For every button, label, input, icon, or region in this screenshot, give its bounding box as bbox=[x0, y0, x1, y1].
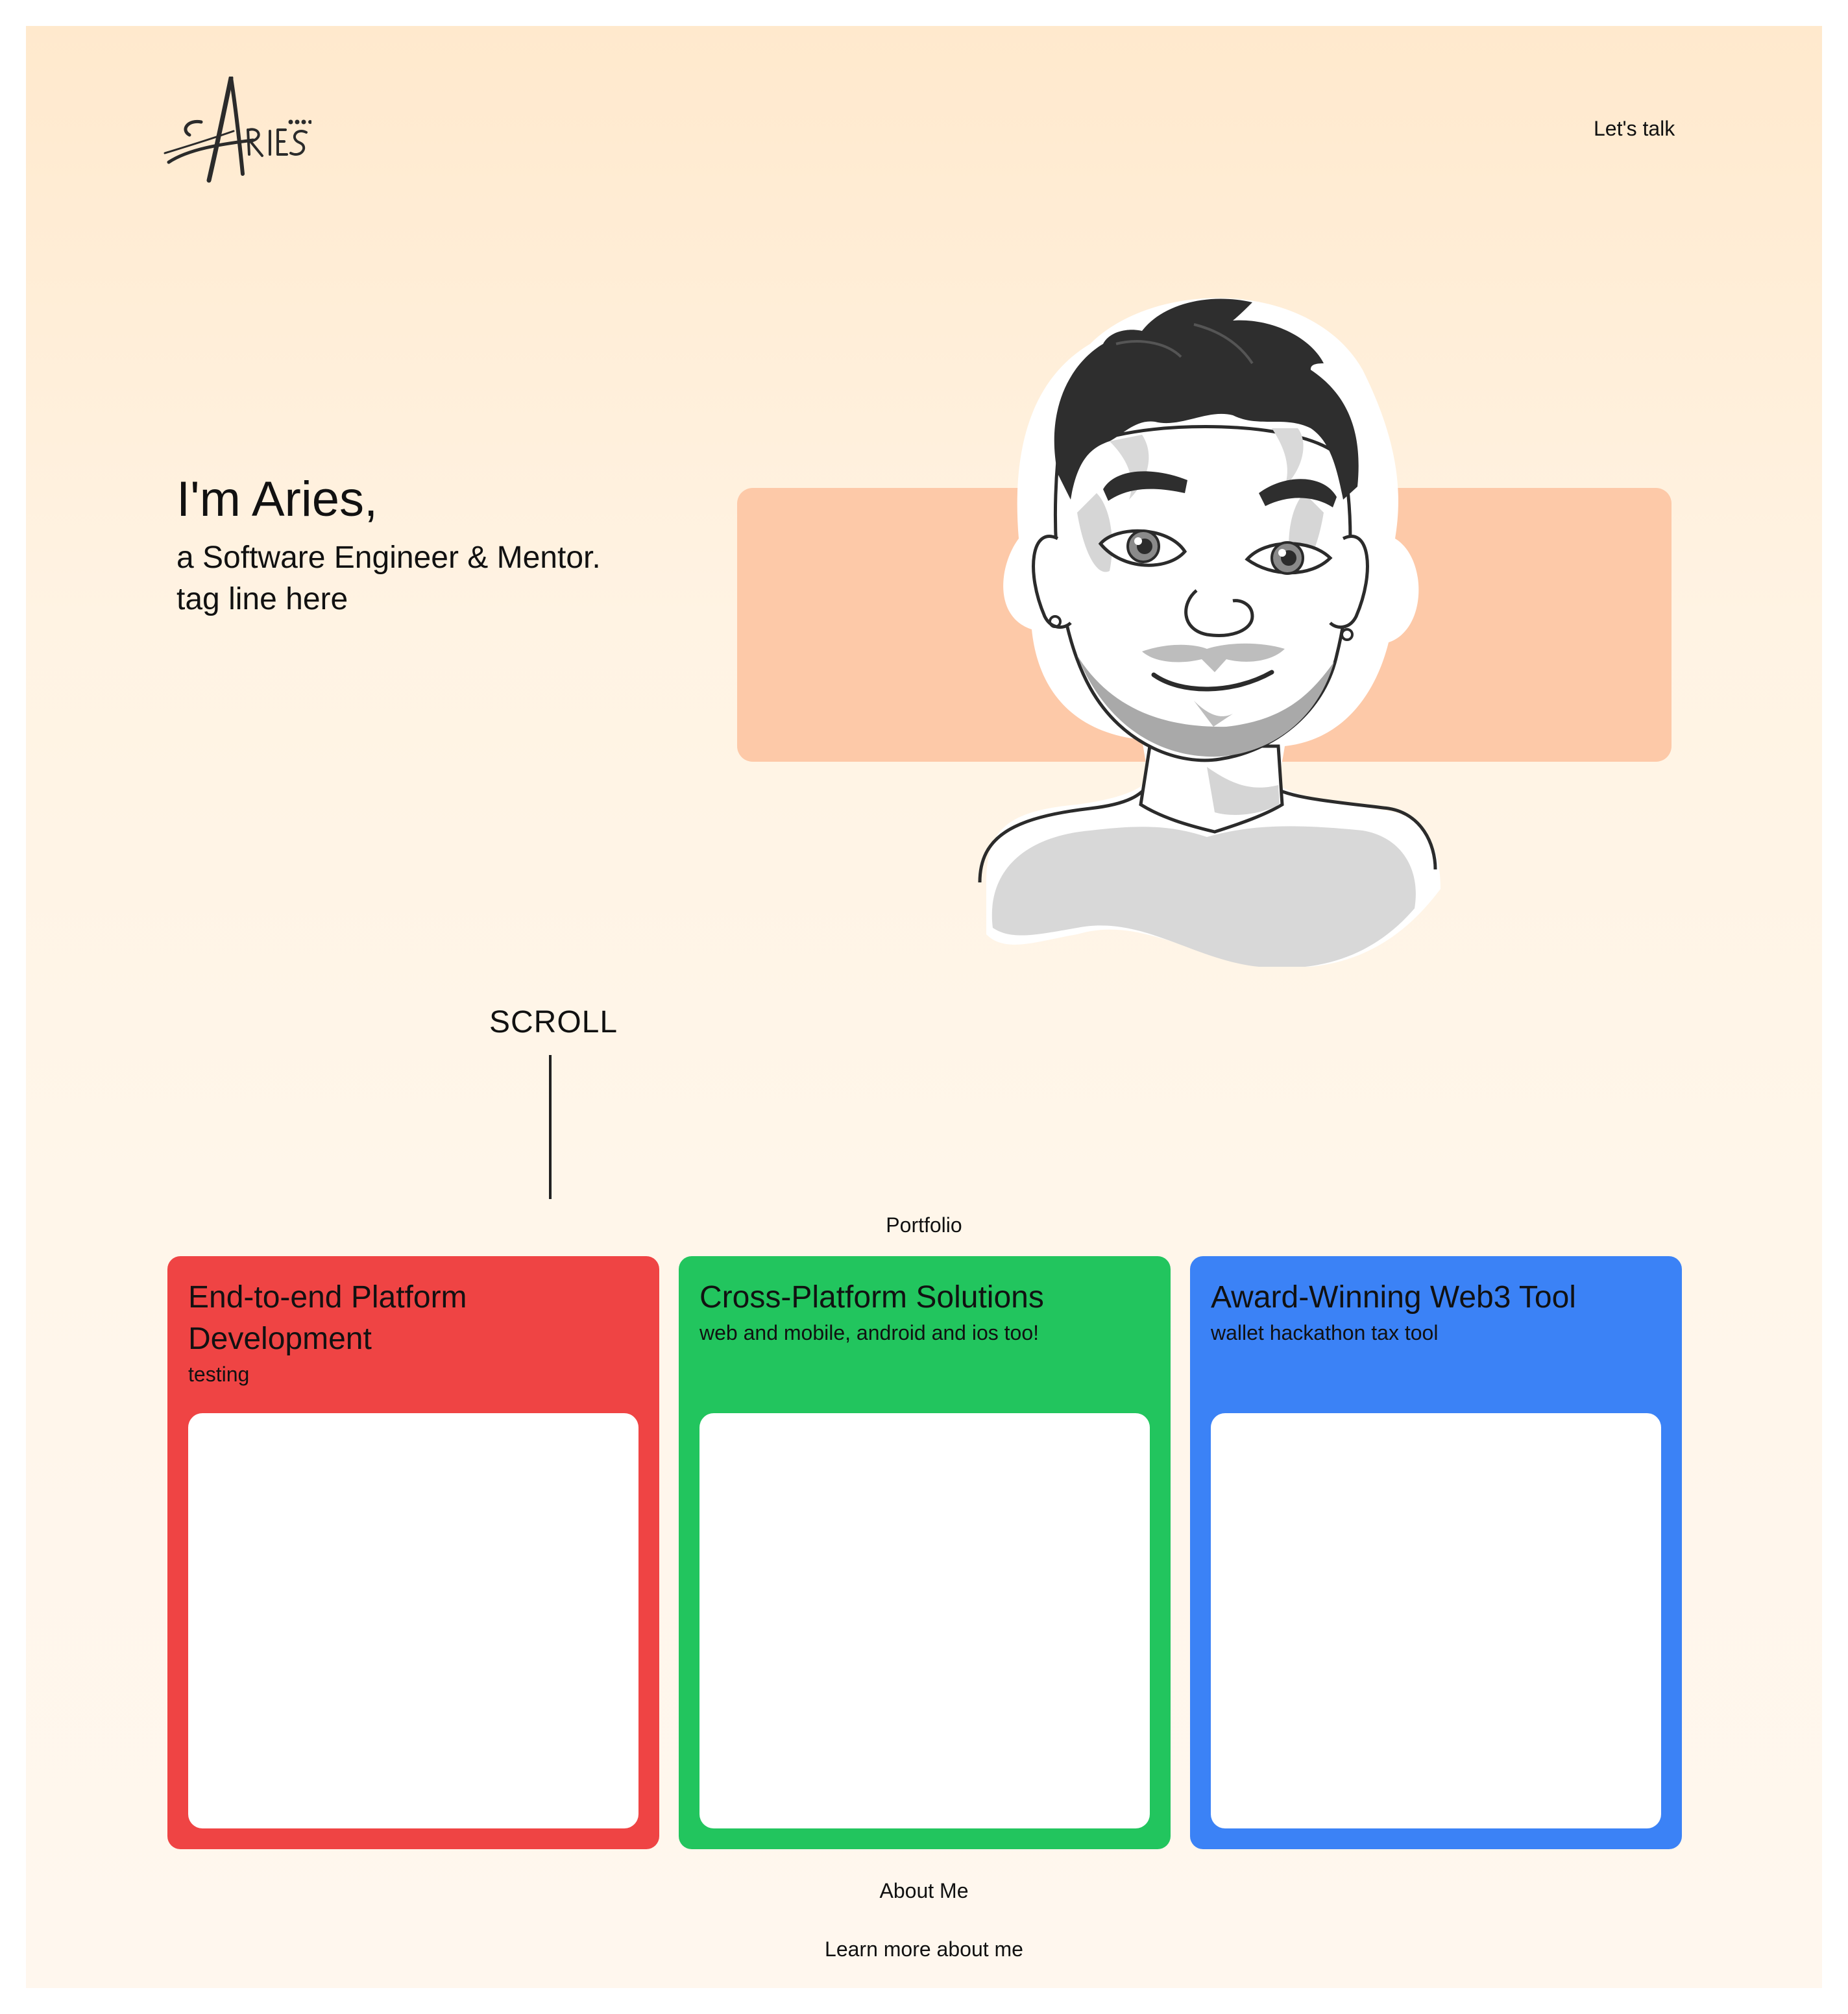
hero-tagline: tag line here bbox=[176, 582, 348, 616]
portfolio-card-platform-development[interactable]: End-to-end Platform Development testing bbox=[167, 1256, 659, 1849]
card-image-placeholder bbox=[188, 1413, 638, 1828]
card-description: testing bbox=[188, 1363, 250, 1386]
avatar-illustration bbox=[978, 298, 1441, 967]
card-title: Cross-Platform Solutions bbox=[699, 1280, 1044, 1315]
scroll-indicator-label: SCROLL bbox=[489, 1005, 618, 1039]
card-description: wallet hackathon tax tool bbox=[1211, 1321, 1439, 1344]
card-title: End-to-end Platform Development bbox=[188, 1280, 467, 1356]
aries-logo[interactable] bbox=[162, 77, 311, 187]
card-image-placeholder bbox=[1211, 1413, 1661, 1828]
card-title: Award-Winning Web3 Tool bbox=[1211, 1280, 1576, 1315]
hero-subtitle: a Software Engineer & Mentor. bbox=[176, 540, 601, 575]
portfolio-card-web3-tool[interactable]: Award-Winning Web3 Tool wallet hackathon… bbox=[1190, 1256, 1682, 1849]
portfolio-heading: Portfolio bbox=[886, 1213, 962, 1237]
lets-talk-link[interactable]: Let's talk bbox=[1594, 117, 1675, 141]
hero-title: I'm Aries, bbox=[176, 472, 378, 527]
card-image-placeholder bbox=[699, 1413, 1150, 1828]
scroll-indicator-line bbox=[549, 1055, 552, 1199]
about-heading: About Me bbox=[879, 1879, 969, 1902]
card-description: web and mobile, android and ios too! bbox=[699, 1321, 1040, 1344]
portfolio-card-cross-platform[interactable]: Cross-Platform Solutions web and mobile,… bbox=[679, 1256, 1171, 1849]
learn-more-link[interactable]: Learn more about me bbox=[0, 1937, 1848, 1961]
